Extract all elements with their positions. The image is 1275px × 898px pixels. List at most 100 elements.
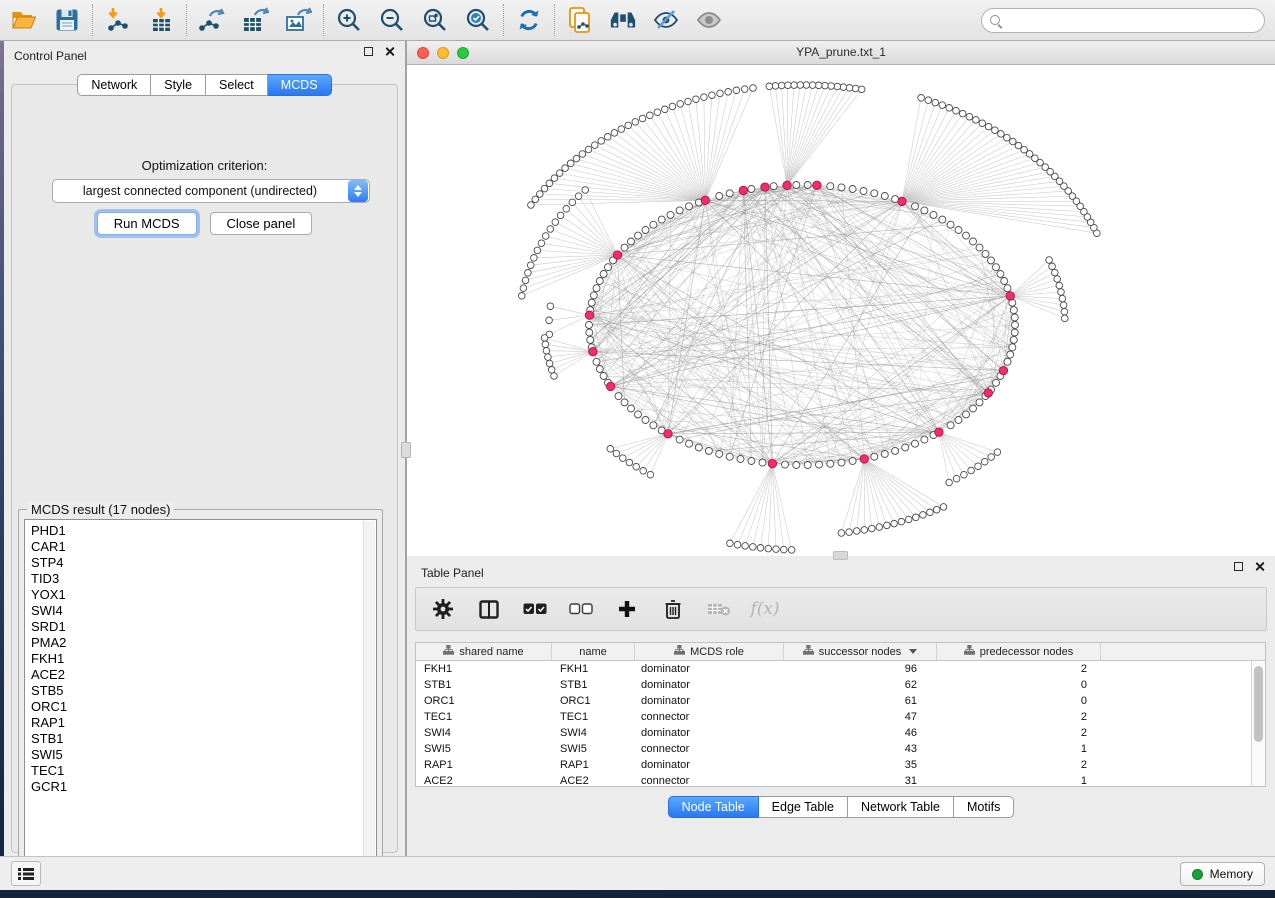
mcds-result-listbox[interactable]: PHD1CAR1STP4TID3YOX1SWI4SRD1PMA2FKH1ACE2…: [24, 519, 377, 877]
close-panel-button[interactable]: Close panel: [210, 212, 313, 235]
export-network-button[interactable]: [198, 6, 226, 34]
leaf-node[interactable]: [815, 82, 822, 89]
leaf-node[interactable]: [994, 449, 1001, 456]
leaf-node[interactable]: [822, 82, 829, 89]
leaf-node[interactable]: [741, 86, 748, 93]
leaf-node[interactable]: [778, 82, 785, 89]
leaf-node[interactable]: [791, 82, 798, 89]
leaf-node[interactable]: [626, 459, 633, 466]
leaf-node[interactable]: [1010, 138, 1017, 145]
leaf-node[interactable]: [717, 90, 724, 97]
mcds-result-item[interactable]: YOX1: [31, 587, 376, 603]
mcds-result-item[interactable]: TEC1: [31, 763, 376, 779]
ring-node[interactable]: [748, 186, 755, 193]
horizontal-splitter-grip[interactable]: [833, 551, 848, 560]
ring-node[interactable]: [716, 451, 723, 458]
leaf-node[interactable]: [734, 541, 741, 548]
leaf-node[interactable]: [959, 110, 966, 117]
ring-node[interactable]: [912, 203, 919, 210]
leaf-node[interactable]: [551, 373, 558, 380]
search-field[interactable]: [981, 8, 1265, 33]
delete-table-button[interactable]: [706, 596, 732, 622]
leaf-node[interactable]: [765, 545, 772, 552]
mcds-hub-node[interactable]: [898, 197, 906, 205]
tab-network-table[interactable]: Network Table: [848, 796, 954, 818]
tab-mcds[interactable]: MCDS: [268, 74, 332, 96]
leaf-node[interactable]: [654, 109, 661, 116]
table-row[interactable]: FKH1FKH1dominator962: [416, 661, 1251, 677]
ring-node[interactable]: [912, 440, 919, 447]
column-header-predecessor-nodes[interactable]: predecessor nodes: [937, 643, 1101, 660]
leaf-node[interactable]: [913, 514, 920, 521]
ring-node[interactable]: [993, 379, 1000, 386]
save-session-button[interactable]: [53, 6, 81, 34]
leaf-node[interactable]: [520, 285, 527, 292]
table-row[interactable]: STB1STB1dominator620: [416, 677, 1251, 693]
ring-node[interactable]: [963, 232, 970, 239]
leaf-node[interactable]: [563, 206, 570, 213]
leaf-node[interactable]: [592, 142, 599, 149]
leaf-node[interactable]: [546, 360, 553, 367]
leaf-node[interactable]: [750, 85, 757, 92]
leaf-node[interactable]: [662, 106, 669, 113]
leaf-node[interactable]: [853, 528, 860, 535]
mcds-result-item[interactable]: RAP1: [31, 715, 376, 731]
mcds-result-item[interactable]: ORC1: [31, 699, 376, 715]
table-row[interactable]: ORC1ORC1dominator610: [416, 693, 1251, 709]
leaf-node[interactable]: [834, 83, 841, 90]
leaf-node[interactable]: [1015, 142, 1022, 149]
leaf-node[interactable]: [685, 98, 692, 105]
mcds-result-item[interactable]: SWI4: [31, 603, 376, 619]
ring-node[interactable]: [635, 411, 642, 418]
ring-node[interactable]: [596, 278, 603, 285]
ring-node[interactable]: [628, 405, 635, 412]
mcds-hub-node[interactable]: [984, 389, 992, 397]
tab-motifs[interactable]: Motifs: [954, 796, 1014, 818]
leaf-node[interactable]: [869, 525, 876, 532]
ring-node[interactable]: [748, 458, 755, 465]
table-row[interactable]: TEC1TEC1connector472: [416, 709, 1251, 725]
function-builder-button[interactable]: f(x): [752, 596, 778, 622]
optimization-criterion-select[interactable]: largest connected component (undirected): [52, 179, 370, 203]
ring-node[interactable]: [871, 190, 878, 197]
mcds-hub-node[interactable]: [813, 181, 821, 189]
ring-node[interactable]: [793, 182, 800, 189]
select-all-rows-button[interactable]: [522, 596, 548, 622]
mcds-list-scrollbar[interactable]: [363, 521, 375, 875]
ring-node[interactable]: [947, 221, 954, 228]
table-options-button[interactable]: [430, 596, 456, 622]
ring-node[interactable]: [997, 271, 1004, 278]
leaf-node[interactable]: [1059, 295, 1066, 302]
leaf-node[interactable]: [742, 543, 749, 550]
leaf-node[interactable]: [846, 529, 853, 536]
leaf-node[interactable]: [953, 107, 960, 114]
deselect-all-rows-button[interactable]: [568, 596, 594, 622]
leaf-node[interactable]: [546, 317, 553, 324]
leaf-node[interactable]: [1046, 257, 1053, 264]
ring-node[interactable]: [667, 211, 674, 218]
leaf-node[interactable]: [522, 277, 529, 284]
mcds-hub-node[interactable]: [999, 366, 1007, 374]
leaf-node[interactable]: [1054, 276, 1061, 283]
leaf-node[interactable]: [647, 112, 654, 119]
leaf-node[interactable]: [966, 113, 973, 120]
leaf-node[interactable]: [846, 85, 853, 92]
leaf-node[interactable]: [884, 522, 891, 529]
leaf-node[interactable]: [557, 212, 564, 219]
mcds-hub-node[interactable]: [664, 430, 672, 438]
leaf-node[interactable]: [1049, 263, 1056, 270]
ring-node[interactable]: [1011, 314, 1018, 321]
tab-select[interactable]: Select: [206, 74, 268, 96]
ring-node[interactable]: [621, 399, 628, 406]
mcds-hub-node[interactable]: [761, 183, 769, 191]
leaf-node[interactable]: [531, 255, 538, 262]
mcds-result-item[interactable]: STP4: [31, 555, 376, 571]
apply-layout-button[interactable]: [515, 6, 543, 34]
leaf-node[interactable]: [858, 86, 865, 93]
leaf-node[interactable]: [552, 219, 559, 226]
ring-node[interactable]: [955, 227, 962, 234]
show-task-history-button[interactable]: [11, 861, 41, 886]
leaf-node[interactable]: [551, 175, 558, 182]
leaf-node[interactable]: [925, 97, 932, 104]
leaf-node[interactable]: [633, 463, 640, 470]
